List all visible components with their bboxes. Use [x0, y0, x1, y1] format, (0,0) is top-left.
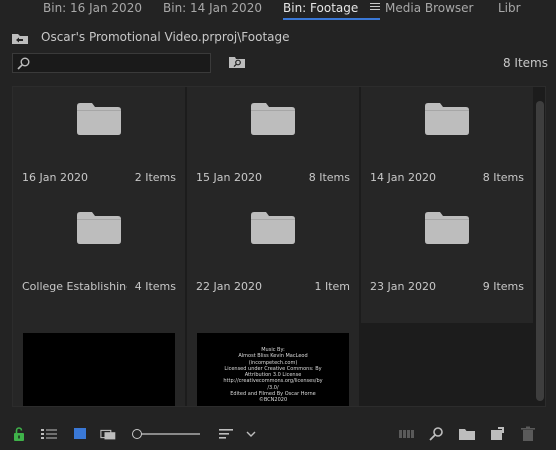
lock-icon[interactable]	[10, 426, 28, 442]
tab-bin-14-jan-2020[interactable]: Bin: 14 Jan 2020	[163, 0, 262, 20]
bin-item-count: 9 Items	[482, 280, 524, 293]
parent-bin-icon[interactable]	[11, 32, 29, 45]
clip-item[interactable]: Music By: Almost Bliss Kevin MacLeod (in…	[187, 322, 359, 406]
bin-item[interactable]: 16 Jan 2020 2 Items	[13, 87, 185, 213]
freeform-view-icon[interactable]	[100, 426, 118, 442]
bin-path: Oscar's Promotional Video.prproj\Footage	[41, 30, 290, 44]
bin-item-count: 1 Item	[314, 280, 350, 293]
clip-thumbnail-credits: Music By: Almost Bliss Kevin MacLeod (in…	[197, 333, 349, 406]
tab-label: Bin: 14 Jan 2020	[163, 1, 262, 15]
bin-path-bar: Oscar's Promotional Video.prproj\Footage	[0, 28, 556, 48]
folder-icon	[251, 212, 295, 244]
bin-item[interactable]: 23 Jan 2020 9 Items	[361, 196, 533, 323]
panel-menu-icon[interactable]	[370, 2, 381, 11]
bin-item[interactable]: College Establishing ... 4 Items	[13, 196, 185, 323]
list-view-icon[interactable]	[40, 426, 58, 442]
bin-name: College Establishing ...	[22, 280, 127, 293]
bin-item-count: 2 Items	[134, 171, 176, 184]
active-tab-underline	[283, 18, 381, 20]
search-icon	[17, 57, 30, 70]
new-item-icon[interactable]	[488, 426, 506, 442]
tab-label: Bin: 16 Jan 2020	[43, 1, 142, 15]
bin-name: 15 Jan 2020	[196, 171, 262, 184]
items-count: 8 Items	[502, 56, 548, 70]
bin-item-count: 8 Items	[482, 171, 524, 184]
tab-libraries[interactable]: Libr	[498, 0, 521, 20]
bin-icon-grid: 16 Jan 2020 2 Items 15 Jan 2020 8 Items …	[12, 86, 546, 407]
credits-text: Music By: Almost Bliss Kevin MacLeod (in…	[197, 347, 349, 404]
trash-icon[interactable]	[519, 426, 537, 442]
folder-icon	[251, 103, 295, 135]
new-bin-icon[interactable]	[458, 426, 476, 442]
vertical-scrollbar[interactable]	[536, 101, 544, 405]
folder-icon	[77, 103, 121, 135]
chevron-down-icon[interactable]	[242, 426, 260, 442]
bin-name: 16 Jan 2020	[22, 171, 88, 184]
tab-bin-footage[interactable]: Bin: Footage	[283, 0, 381, 20]
clip-thumbnail-black	[23, 333, 175, 406]
bin-item-count: 8 Items	[308, 171, 350, 184]
clip-item[interactable]	[13, 322, 185, 406]
tab-label: Bin: Footage	[283, 1, 359, 15]
bin-name: 22 Jan 2020	[196, 280, 262, 293]
bottom-toolbar	[0, 420, 556, 450]
bin-item[interactable]: 15 Jan 2020 8 Items	[187, 87, 359, 213]
tab-label: Media Browser	[385, 1, 474, 15]
folder-icon	[425, 212, 469, 244]
bin-name: 23 Jan 2020	[370, 280, 436, 293]
zoom-slider[interactable]	[136, 433, 200, 435]
zoom-slider-handle[interactable]	[132, 429, 142, 439]
find-in-bin-icon[interactable]	[228, 56, 246, 69]
automate-to-sequence-icon	[399, 430, 414, 438]
tab-bin-16-jan-2020[interactable]: Bin: 16 Jan 2020	[43, 0, 142, 20]
search-input[interactable]	[12, 53, 211, 73]
scrollbar-thumb[interactable]	[536, 101, 544, 401]
credits-line: ©BCN2020	[258, 397, 288, 404]
bin-item-count: 4 Items	[134, 280, 176, 293]
bin-item[interactable]: 22 Jan 2020 1 Item	[187, 196, 359, 323]
folder-icon	[425, 103, 469, 135]
tab-media-browser[interactable]: Media Browser	[385, 0, 473, 20]
bin-item[interactable]: 14 Jan 2020 8 Items	[361, 87, 533, 213]
tab-label: Libr	[498, 1, 521, 15]
sort-icon[interactable]	[218, 426, 236, 442]
find-icon[interactable]	[428, 426, 446, 442]
panel-tab-bar: Bin: 16 Jan 2020 Bin: 14 Jan 2020 Bin: F…	[0, 0, 556, 20]
bin-name: 14 Jan 2020	[370, 171, 436, 184]
folder-icon	[77, 212, 121, 244]
icon-view-icon[interactable]	[71, 426, 89, 442]
